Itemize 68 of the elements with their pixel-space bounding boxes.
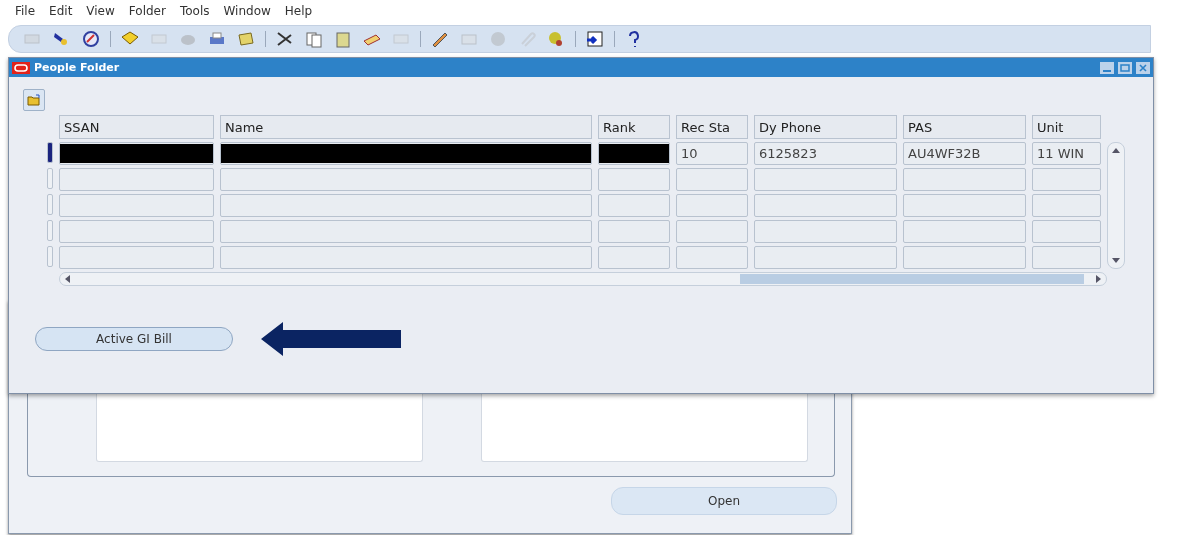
table-cell[interactable] — [676, 168, 748, 191]
column-header[interactable]: PAS — [903, 115, 1026, 139]
table-cell[interactable] — [754, 246, 897, 269]
table-cell[interactable] — [754, 168, 897, 191]
column-header[interactable]: SSAN — [59, 115, 214, 139]
menu-item[interactable]: File — [15, 4, 36, 18]
table-cell[interactable] — [676, 220, 748, 243]
menu-item[interactable]: Tools — [179, 4, 210, 18]
row-indicator[interactable] — [47, 142, 53, 163]
copy-icon[interactable] — [304, 29, 324, 49]
table-cell[interactable] — [59, 168, 214, 191]
column-header[interactable]: Rec Sta — [676, 115, 748, 139]
menu-item[interactable]: Edit — [49, 4, 73, 18]
window-icon[interactable] — [585, 29, 605, 49]
scroll-right-icon[interactable] — [1096, 275, 1102, 283]
table-cell[interactable] — [1032, 220, 1101, 243]
table-cell[interactable] — [1032, 194, 1101, 217]
table-cell[interactable] — [598, 194, 670, 217]
table-cell[interactable] — [59, 220, 214, 243]
table-cell[interactable] — [754, 220, 897, 243]
open-folder-button[interactable] — [23, 89, 45, 111]
table-cell[interactable] — [754, 194, 897, 217]
column-header[interactable]: Name — [220, 115, 592, 139]
column-header[interactable]: Dy Phone — [754, 115, 897, 139]
menu-item[interactable]: Folder — [128, 4, 166, 18]
open-button[interactable]: Open — [611, 487, 837, 515]
minimize-icon[interactable] — [1100, 61, 1114, 74]
menu-item[interactable]: Window — [223, 4, 271, 18]
app-logo-icon — [12, 61, 30, 74]
table-cell[interactable]: 10 — [676, 142, 748, 165]
redacted-cell[interactable] — [59, 142, 214, 165]
table-cell[interactable] — [676, 194, 748, 217]
scroll-left-icon[interactable] — [64, 275, 70, 283]
table-cell[interactable] — [903, 168, 1026, 191]
table-cell[interactable] — [903, 220, 1026, 243]
table-cell[interactable]: 6125823 — [754, 142, 897, 165]
compass-icon[interactable] — [81, 29, 101, 49]
table-cell[interactable] — [903, 246, 1026, 269]
table-cell[interactable] — [220, 168, 592, 191]
window-title: People Folder — [34, 61, 121, 74]
column-header[interactable]: Unit — [1032, 115, 1101, 139]
table-cell[interactable] — [220, 220, 592, 243]
vertical-scrollbar[interactable] — [1107, 142, 1125, 269]
table-cell[interactable] — [220, 246, 592, 269]
column-header[interactable]: Rank — [598, 115, 670, 139]
table-cell[interactable] — [1032, 246, 1101, 269]
table-cell[interactable] — [676, 246, 748, 269]
table-cell[interactable]: 11 WIN — [1032, 142, 1101, 165]
horizontal-scrollbar[interactable] — [59, 272, 1107, 286]
table-cell[interactable] — [903, 194, 1026, 217]
redacted-cell[interactable] — [598, 142, 670, 165]
table-cell[interactable] — [59, 194, 214, 217]
table-cell[interactable]: AU4WF32B — [903, 142, 1026, 165]
table-cell[interactable] — [598, 246, 670, 269]
table-cell[interactable] — [598, 220, 670, 243]
scroll-up-icon[interactable] — [1112, 147, 1120, 153]
scroll-down-icon[interactable] — [1112, 258, 1120, 264]
redacted-cell[interactable] — [220, 142, 592, 165]
table-cell[interactable] — [598, 168, 670, 191]
maximize-icon[interactable] — [1118, 61, 1132, 74]
menu-item[interactable]: View — [86, 4, 115, 18]
active-gi-bill-button[interactable]: Active GI Bill — [35, 327, 233, 351]
arrow-icon — [261, 322, 401, 356]
menu-item[interactable]: Help — [284, 4, 313, 18]
table-cell[interactable] — [59, 246, 214, 269]
close-icon[interactable] — [1136, 61, 1150, 74]
table-cell[interactable] — [220, 194, 592, 217]
table-cell[interactable] — [1032, 168, 1101, 191]
